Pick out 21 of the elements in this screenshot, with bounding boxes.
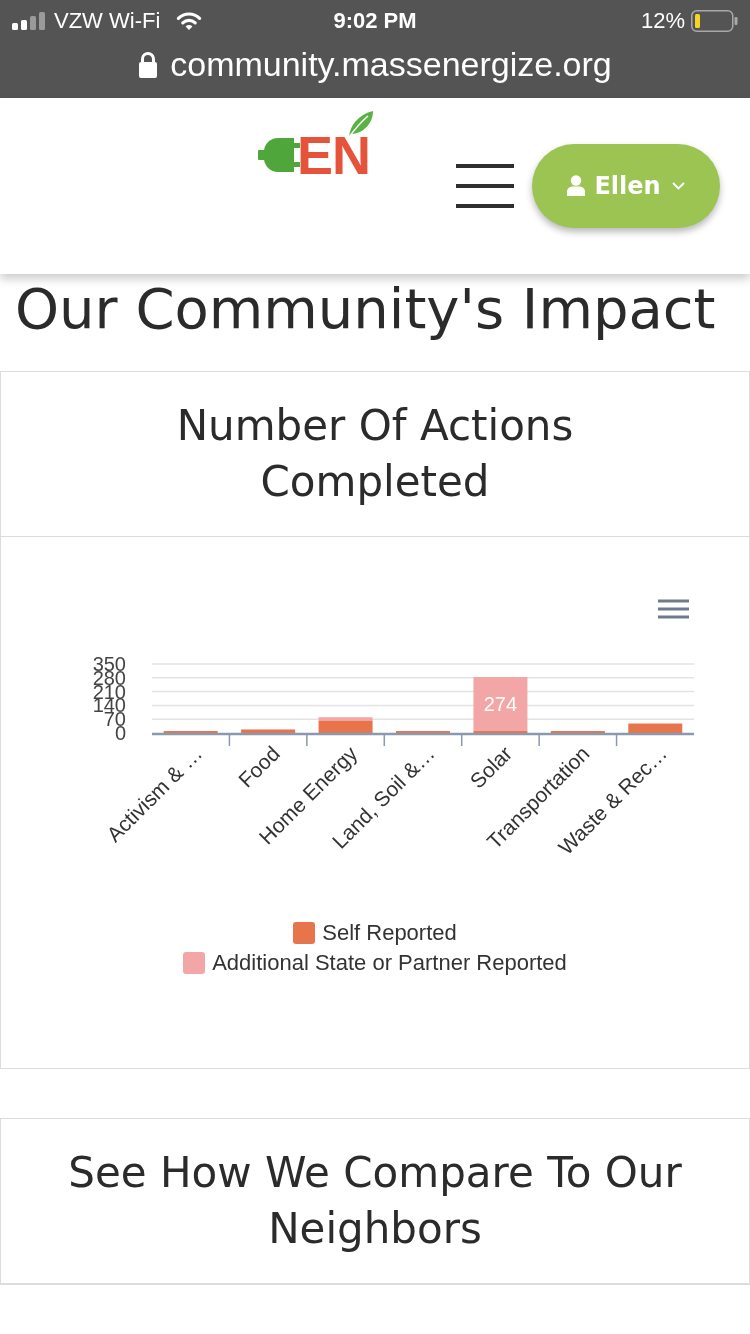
bar [628,723,683,733]
logo-text[interactable]: EN [297,131,370,178]
legend-item[interactable]: Self Reported [293,918,457,948]
battery-icon [691,10,738,32]
carrier-label: VZW Wi-Fi [54,8,161,34]
address-bar-url[interactable]: community.massenergize.org [170,44,612,84]
leaf-icon [346,109,374,138]
lock-icon [138,50,159,78]
page-title: Our Community's Impact [15,276,716,342]
battery-percent: 12% [640,8,685,34]
card-title: Number Of Actions Completed [175,400,575,508]
user-icon [567,175,586,197]
caret-icon [671,181,685,190]
wifi-icon [176,11,203,31]
menu-icon[interactable] [456,163,514,208]
bar [241,729,296,733]
clock-time: 9:02 PM [333,8,417,33]
card-title: See How We Compare To Our Neighbors [67,1147,683,1255]
signal-icon [12,12,46,30]
legend-item[interactable]: Additional State or Partner Reported [183,948,567,978]
data-label: 274 [483,693,518,715]
